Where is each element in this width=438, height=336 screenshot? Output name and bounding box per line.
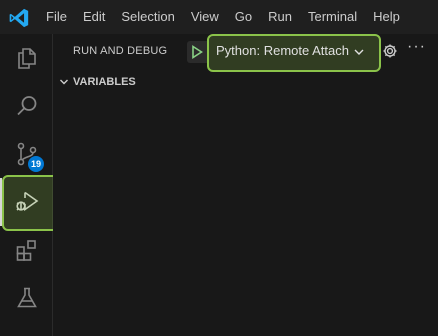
start-debugging-button[interactable] [187,41,207,63]
menu-run[interactable]: Run [260,0,300,34]
chevron-down-icon [60,79,68,85]
menu-edit[interactable]: Edit [75,0,113,34]
more-icon[interactable]: ··· [407,38,426,56]
menu-file[interactable]: File [38,0,75,34]
menu-view[interactable]: View [183,0,227,34]
menu-go[interactable]: Go [227,0,260,34]
activity-search[interactable] [0,82,53,130]
menu-bar: File Edit Selection View Go Run Terminal… [38,0,408,34]
menu-selection[interactable]: Selection [113,0,182,34]
panel-title: RUN AND DEBUG [73,45,168,57]
launch-config-dropdown[interactable]: Python: Remote Attach [216,43,349,58]
gear-icon[interactable] [382,43,398,59]
menu-terminal[interactable]: Terminal [300,0,365,34]
activity-source-control[interactable]: 19 [0,130,53,178]
source-control-badge: 19 [28,156,44,172]
play-icon [192,45,203,59]
vscode-logo[interactable] [8,7,30,29]
testing-icon [16,287,37,308]
activity-explorer[interactable] [0,34,53,82]
run-debug-highlight [2,175,60,231]
explorer-icon [17,48,36,69]
chevron-down-icon[interactable] [353,46,365,58]
search-icon [16,96,36,116]
menu-help[interactable]: Help [365,0,408,34]
variables-section-header[interactable]: VARIABLES [53,72,438,94]
activity-testing[interactable] [0,274,53,322]
activity-extensions[interactable] [0,226,53,274]
extensions-icon [16,240,36,261]
run-debug-panel: RUN AND DEBUG Python: Remote Attach ··· … [53,34,438,336]
variables-section-label: VARIABLES [73,76,136,88]
title-bar: File Edit Selection View Go Run Terminal… [0,0,438,34]
